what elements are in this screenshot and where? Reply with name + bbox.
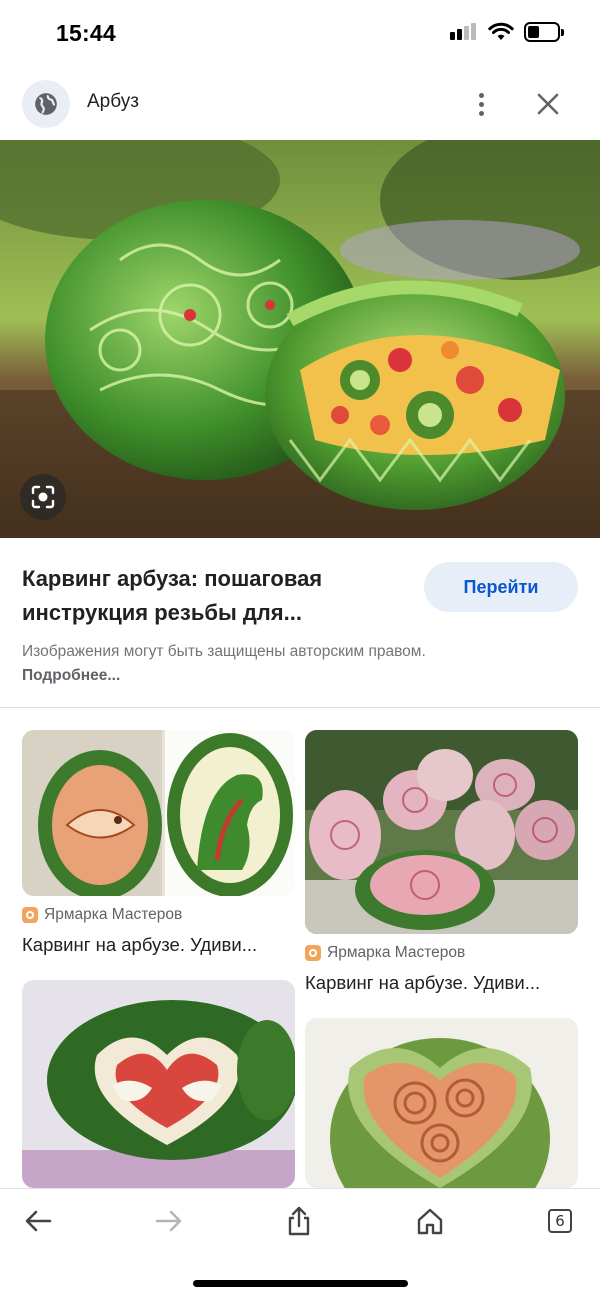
cellular-signal-icon xyxy=(450,22,478,42)
source-favicon-icon xyxy=(305,945,321,961)
carved-fish-horse-photo xyxy=(22,730,295,896)
related-image-heart-birds[interactable] xyxy=(22,980,295,1188)
arrow-forward-icon xyxy=(155,1210,182,1232)
carved-heart-birds-photo xyxy=(22,980,295,1188)
bottom-toolbar: 6 xyxy=(0,1188,600,1297)
copyright-text: Изображения могут быть защищены авторски… xyxy=(22,643,426,660)
divider xyxy=(0,707,600,708)
home-icon xyxy=(417,1208,443,1235)
source-name: Ярмарка Мастеров xyxy=(44,906,183,923)
lens-header: Арбуз xyxy=(0,72,600,136)
status-time: 15:44 xyxy=(56,20,116,46)
battery-icon xyxy=(524,22,564,42)
wifi-icon xyxy=(488,22,514,40)
more-vert-icon xyxy=(478,92,484,98)
home-button[interactable] xyxy=(408,1203,452,1239)
visit-button[interactable]: Перейти xyxy=(424,562,578,612)
carved-heart-roses-photo xyxy=(305,1018,578,1188)
carved-watermelon-photo xyxy=(0,140,600,538)
share-button[interactable] xyxy=(277,1203,321,1239)
share-icon xyxy=(288,1206,310,1236)
globe-button[interactable] xyxy=(22,80,70,128)
forward-button[interactable] xyxy=(147,1203,191,1239)
globe-icon xyxy=(35,93,57,115)
related-source[interactable]: Ярмарка Мастеров xyxy=(22,906,182,924)
tabs-count: 6 xyxy=(548,1209,572,1233)
related-image-heart-roses[interactable] xyxy=(305,1018,578,1188)
source-favicon-icon xyxy=(22,907,38,923)
lens-camera-icon xyxy=(31,485,55,509)
status-bar: 15:44 xyxy=(0,0,600,68)
related-image-roses[interactable] xyxy=(305,730,578,934)
related-caption[interactable]: Карвинг на арбузе. Удиви... xyxy=(305,972,540,994)
copyright-notice: Изображения могут быть защищены авторски… xyxy=(22,640,462,688)
lens-search-button[interactable] xyxy=(20,474,66,520)
related-image-fish-horse[interactable] xyxy=(22,730,295,896)
back-button[interactable] xyxy=(16,1203,60,1239)
result-title[interactable]: Карвинг арбуза: пошаговая инструкция рез… xyxy=(22,562,402,630)
source-name: Ярмарка Мастеров xyxy=(327,944,466,961)
learn-more-link[interactable]: Подробнее... xyxy=(22,667,120,684)
tabs-button[interactable]: 6 xyxy=(538,1203,582,1239)
close-icon xyxy=(537,93,559,115)
status-icons xyxy=(450,22,564,42)
related-source[interactable]: Ярмарка Мастеров xyxy=(305,944,465,962)
more-options-button[interactable] xyxy=(464,86,498,122)
home-indicator xyxy=(193,1280,408,1287)
carved-roses-display-photo xyxy=(305,730,578,934)
close-button[interactable] xyxy=(530,86,566,122)
related-caption[interactable]: Карвинг на арбузе. Удиви... xyxy=(22,934,257,956)
arrow-back-icon xyxy=(25,1210,52,1232)
page-title: Арбуз xyxy=(87,91,139,112)
hero-image[interactable] xyxy=(0,140,600,538)
